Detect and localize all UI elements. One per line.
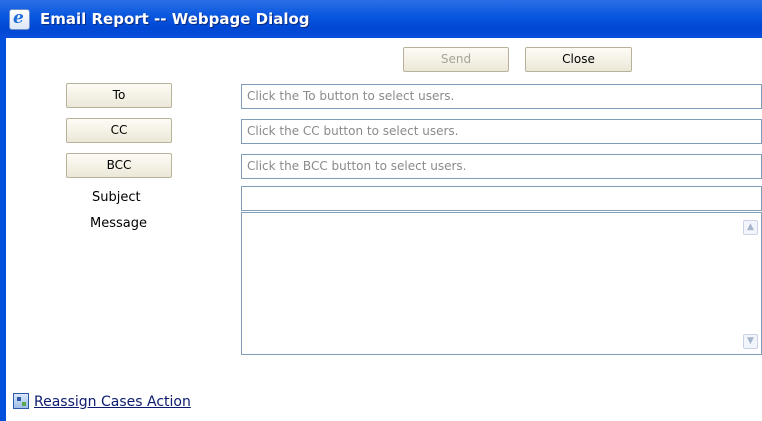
to-button[interactable]: To (66, 83, 172, 108)
cc-button[interactable]: CC (66, 118, 172, 143)
scroll-down-button[interactable]: ▼ (743, 334, 758, 349)
close-button[interactable]: Close (525, 47, 632, 72)
ie-icon: e (9, 8, 30, 30)
bcc-field[interactable]: Click the BCC button to select users. (241, 154, 762, 179)
scroll-up-button[interactable]: ▲ (743, 220, 758, 235)
window-title: Email Report -- Webpage Dialog (40, 10, 310, 28)
bcc-button[interactable]: BCC (66, 153, 172, 178)
to-field[interactable]: Click the To button to select users. (241, 84, 762, 109)
message-label: Message (90, 216, 147, 231)
report-icon[interactable] (13, 393, 29, 409)
reassign-cases-link[interactable]: Reassign Cases Action (34, 394, 191, 410)
message-textarea[interactable]: ▲ ▼ (241, 212, 762, 355)
cc-field[interactable]: Click the CC button to select users. (241, 119, 762, 144)
send-button[interactable]: Send (403, 47, 509, 72)
subject-label: Subject (92, 190, 141, 205)
title-bar[interactable]: e Email Report -- Webpage Dialog (0, 0, 762, 38)
subject-input[interactable] (241, 186, 762, 211)
